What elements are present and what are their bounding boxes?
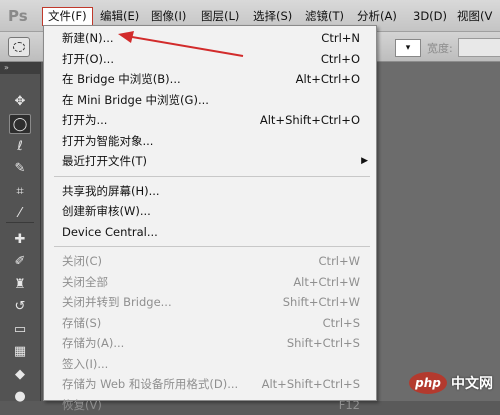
menu-item-shortcut: Alt+Shift+Ctrl+O [259,113,360,127]
menu-3d[interactable]: 3D(D) [408,7,452,26]
menu-item-label: 存储为 Web 和设备所用格式(D)... [62,377,239,391]
file-menu-item[interactable]: 关闭(C) Ctrl+W [44,251,376,271]
menu-item-label: 打开(O)... [62,51,114,66]
eraser-icon[interactable]: ▭ [9,320,31,340]
submenu-arrow-icon: ▶ [361,156,368,166]
menu-item-label: 存储为(A)... [62,336,125,350]
crop-icon[interactable]: ⌗ [9,182,31,202]
file-menu-item[interactable]: 新建(N)... Ctrl+N [44,28,376,48]
menu-item-shortcut: Ctrl+S [322,315,360,330]
canvas-workspace [377,62,500,401]
menu-layer[interactable]: 图层(L) [196,7,244,26]
width-label: 宽度: [427,42,453,55]
menu-item-shortcut: Ctrl+N [321,31,360,45]
eyedropper-icon[interactable]: ⁄ [9,204,31,224]
menu-edit[interactable]: 编辑(E) [95,7,144,26]
file-menu-dropdown: 新建(N)... Ctrl+N 打开(O)... Ctrl+O 在 Bridge 中浏览… [43,25,377,412]
watermark-text: 中文网 [451,376,493,392]
menu-item-label: 关闭(C) [62,254,103,268]
move-icon[interactable]: ✥ [9,92,31,112]
file-menu-item[interactable]: 打开(O)... Ctrl+O [44,49,376,69]
file-menu-item[interactable]: 最近打开文件(T) ▶ [44,151,376,171]
watermark: php 中文网 [409,370,495,396]
file-menu-item[interactable]: 签入(I)... [44,354,376,374]
blur-icon[interactable]: ◆ [9,365,31,385]
tools-panel: » ✥ ◯ ℓ ✎ ⌗ ⁄ ✚ ✐ ♜ ↺ ▭ ▦ ◆ ● [0,62,41,404]
lasso-icon[interactable]: ℓ [9,137,31,157]
menu-item-label: 关闭全部 [62,274,108,289]
menu-item-label: Device Central... [62,224,158,239]
file-menu-item[interactable]: 在 Bridge 中浏览(B)... Alt+Ctrl+O [44,69,376,89]
file-menu-item[interactable]: 恢复(V) F12 [44,395,376,415]
menu-item-label: 创建新审核(W)... [62,204,151,218]
style-dropdown[interactable]: ▾ [395,39,421,57]
brush-icon[interactable]: ✐ [9,252,31,272]
menu-item-shortcut: Shift+Ctrl+W [282,295,360,309]
file-menu-item[interactable]: 打开为智能对象... [44,131,376,151]
menu-item-label: 打开为智能对象... [62,133,154,148]
healing-brush-icon[interactable]: ✚ [9,230,31,250]
file-menu-item[interactable]: 创建新审核(W)... [44,201,376,221]
menu-item-shortcut: Shift+Ctrl+S [286,336,360,350]
menu-item-shortcut: Ctrl+W [318,254,360,268]
file-menu-item[interactable]: 打开为... Alt+Shift+Ctrl+O [44,110,376,130]
menu-item-label: 最近打开文件(T) [62,154,147,168]
width-field[interactable] [458,38,500,57]
menu-separator [54,175,370,177]
tool-separator [6,222,34,223]
menu-item-label: 存储(S) [62,315,102,330]
dodge-icon[interactable]: ● [9,387,31,407]
file-menu-item[interactable]: 存储(S) Ctrl+S [44,313,376,333]
file-menu-item[interactable]: 在 Mini Bridge 中浏览(G)... [44,90,376,110]
tools-panel-collapse[interactable]: » [0,62,40,74]
menu-item-shortcut: F12 [338,397,360,412]
gradient-icon[interactable]: ▦ [9,342,31,362]
menu-filter[interactable]: 滤镜(T) [300,7,349,26]
menu-item-label: 共享我的屏幕(H)... [62,183,160,198]
file-menu-item[interactable]: Device Central... [44,222,376,242]
menu-file[interactable]: 文件(F) [42,7,93,26]
file-menu-item[interactable]: 存储为 Web 和设备所用格式(D)... Alt+Shift+Ctrl+S [44,374,376,394]
menu-item-label: 在 Mini Bridge 中浏览(G)... [62,92,209,107]
watermark-logo: php [409,372,447,394]
menu-item-shortcut: Alt+Ctrl+O [295,72,360,86]
menu-item-shortcut: Ctrl+O [320,51,360,66]
file-menu-item[interactable]: 关闭全部 Alt+Ctrl+W [44,272,376,292]
menu-item-label: 签入(I)... [62,356,109,371]
menu-item-shortcut: Alt+Shift+Ctrl+S [261,377,360,391]
menu-item-label: 关闭并转到 Bridge... [62,295,172,309]
elliptical-marquee-icon[interactable]: ◯ [9,114,31,134]
file-menu-item[interactable]: 关闭并转到 Bridge... Shift+Ctrl+W [44,292,376,312]
history-brush-icon[interactable]: ↺ [9,297,31,317]
menu-image[interactable]: 图像(I) [146,7,191,26]
tool-preset-picker[interactable] [8,37,30,57]
file-menu-item[interactable]: 共享我的屏幕(H)... [44,181,376,201]
quick-selection-icon[interactable]: ✎ [9,159,31,179]
menu-select[interactable]: 选择(S) [248,7,297,26]
menu-item-label: 打开为... [62,113,108,127]
menu-view[interactable]: 视图(V [452,7,497,26]
photoshop-logo: Ps [8,7,28,25]
menu-item-label: 在 Bridge 中浏览(B)... [62,72,181,86]
clone-stamp-icon[interactable]: ♜ [9,275,31,295]
file-menu-item[interactable]: 存储为(A)... Shift+Ctrl+S [44,333,376,353]
menu-separator [54,246,370,247]
menu-analysis[interactable]: 分析(A) [352,7,402,26]
menu-item-shortcut: Alt+Ctrl+W [293,274,360,289]
menu-item-label: 恢复(V) [62,397,102,412]
menu-item-label: 新建(N)... [62,31,114,45]
